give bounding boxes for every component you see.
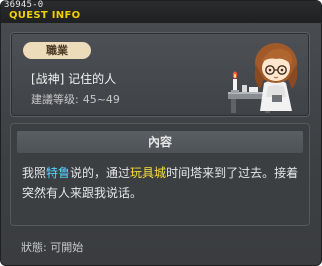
title-bar[interactable]: 36945-0 QUEST INFO [1, 0, 321, 23]
content-header: 內容 [17, 131, 303, 153]
status-label: 狀態: [21, 241, 47, 254]
level-range: 45~49 [82, 93, 120, 106]
job-badge: 職業 [23, 42, 91, 59]
npc-name-highlight: 特鲁 [46, 166, 71, 180]
quest-name: [战神] 记住的人 [31, 72, 117, 86]
map-name-highlight: 玩具城 [130, 166, 167, 180]
recommended-level: 建議等级: 45~49 [31, 91, 124, 107]
level-label: 建議等级: [31, 93, 79, 106]
window-title: QUEST INFO [9, 10, 81, 21]
quest-summary-card: 職業 [战神] 记住的人 建議等级: 45~49 [10, 32, 310, 117]
content-text-part: 我照 [22, 166, 47, 180]
content-text-part: 说的，通过 [70, 166, 131, 180]
quest-id: 36945-0 [4, 0, 44, 10]
content-text: 我照特鲁说的，通过玩具城时间塔来到了过去。接着突然有人来跟我说话。 [22, 163, 302, 203]
quest-status: 狀態: 可開始 [21, 239, 83, 255]
content-panel: 內容 我照特鲁说的，通过玩具城时间塔来到了过去。接着突然有人来跟我说话。 [10, 123, 310, 226]
npc-portrait-icon [228, 43, 298, 113]
quest-info-window: 36945-0 QUEST INFO 職業 [战神] 记住的人 建議等级: 45~… [0, 0, 322, 266]
status-value: 可開始 [50, 241, 84, 254]
